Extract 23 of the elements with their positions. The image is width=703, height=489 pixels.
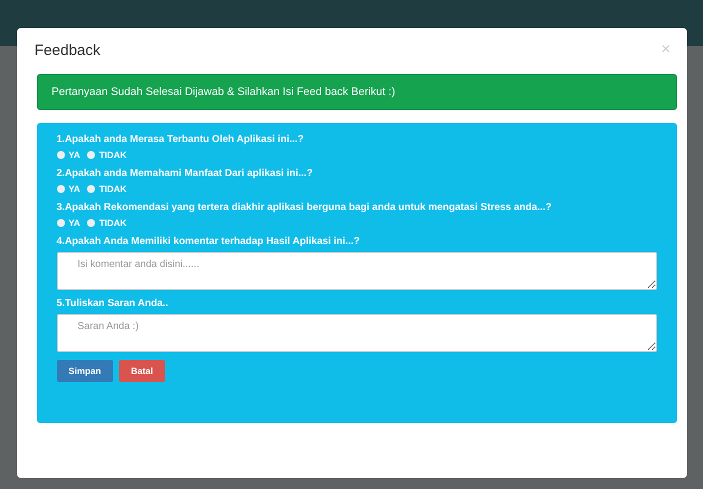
success-alert: Pertanyaan Sudah Selesai Dijawab & Silahkan Isi Feed back Berikut :): [36, 74, 676, 110]
option-label: YA: [68, 150, 80, 160]
text-area[interactable]: Isi komentar anda disini......: [56, 252, 656, 290]
option-label: TIDAK: [99, 218, 127, 228]
radio-button[interactable]: [56, 151, 64, 159]
question-label: 3.Apakah Rekomendasi yang tertera diakhir aplikasi berguna bagi anda untuk mengatasi Stress anda...?: [56, 201, 553, 214]
question-label: 2.Apakah anda Memahami Manfaat Dari aplikasi ini...?: [56, 167, 314, 180]
option-label: TIDAK: [99, 150, 127, 160]
radio-button[interactable]: [87, 219, 96, 227]
text-area[interactable]: Saran Anda :): [56, 314, 656, 352]
question-label: 1.Apakah anda Merasa Terbantu Oleh Aplikasi ini...?: [56, 133, 305, 146]
option-label: TIDAK: [99, 184, 127, 194]
question-label: 4.Apakah Anda Memiliki komentar terhadap Hasil Aplikasi ini...?: [56, 235, 361, 248]
save-button[interactable]: Simpan: [56, 360, 114, 382]
option-label: YA: [68, 218, 80, 228]
cancel-button[interactable]: Batal: [119, 360, 166, 382]
option-label: YA: [68, 184, 80, 194]
question-label: 5.Tuliskan Saran Anda..: [56, 297, 170, 310]
radio-button[interactable]: [56, 185, 64, 193]
dialog-title: Feedback: [34, 42, 100, 58]
radio-button[interactable]: [87, 185, 96, 193]
radio-button[interactable]: [87, 151, 96, 159]
radio-button[interactable]: [56, 219, 64, 227]
